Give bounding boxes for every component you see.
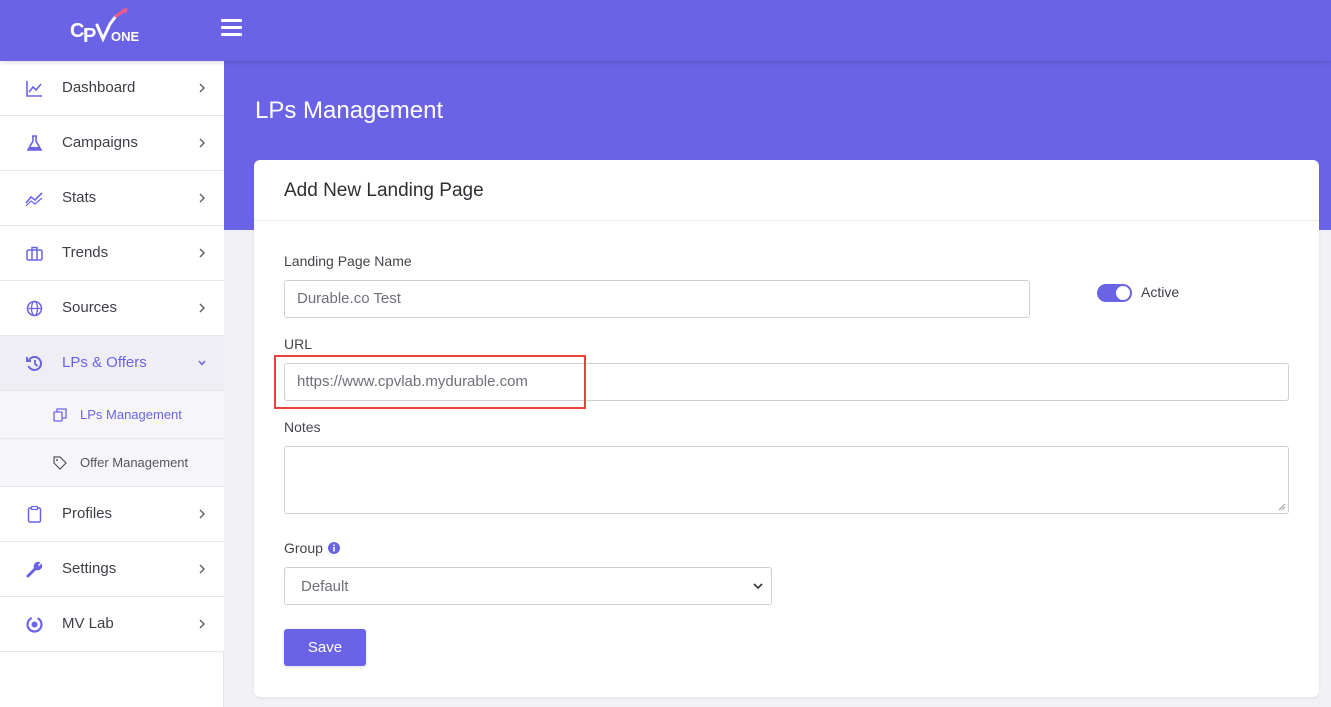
sidebar-item-lps-offers[interactable]: LPs & Offers — [0, 336, 224, 391]
clipboard-icon — [27, 505, 42, 523]
sidebar-item-label: Sources — [62, 299, 118, 316]
sidebar-item-sources[interactable]: Sources — [0, 281, 224, 336]
sidebar-item-label: Trends — [62, 244, 109, 261]
cpv-one-logo-icon: C P ONE — [70, 8, 140, 47]
chevron-right-icon — [199, 138, 206, 148]
svg-text:ONE: ONE — [111, 29, 140, 44]
chevron-right-icon — [199, 248, 206, 258]
sidebar-item-settings[interactable]: Settings — [0, 542, 224, 597]
url-input[interactable]: https://www.cpvlab.mydurable.com — [284, 363, 1289, 401]
sidebar-item-trends[interactable]: Trends — [0, 226, 224, 281]
chevron-down-icon — [753, 583, 763, 590]
group-select[interactable]: Default — [284, 567, 772, 605]
sidebar-item-label: Campaigns — [62, 134, 138, 151]
tag-icon — [53, 456, 67, 470]
sidebar-item-dashboard[interactable]: Dashboard — [0, 61, 224, 116]
landing-page-name-label: Landing Page Name — [284, 253, 412, 269]
add-landing-page-card: Add New Landing Page — [254, 160, 1319, 697]
sidebar-item-label: LPs & Offers — [62, 354, 147, 371]
save-button[interactable]: Save — [284, 629, 366, 666]
history-icon — [26, 355, 42, 371]
active-toggle[interactable] — [1097, 284, 1132, 302]
chevron-right-icon — [199, 303, 206, 313]
page-title: LPs Management — [255, 97, 444, 124]
sidebar-item-profiles[interactable]: Profiles — [0, 487, 224, 542]
sidebar-item-stats[interactable]: Stats — [0, 171, 224, 226]
sidebar-item-label: Settings — [62, 560, 117, 577]
toggle-knob — [1116, 286, 1130, 300]
sidebar-subitem-label: LPs Management — [80, 407, 182, 422]
top-bar: C P ONE — [0, 0, 1331, 61]
briefcase-icon — [26, 246, 43, 261]
landing-page-name-input[interactable]: Durable.co Test — [284, 280, 1030, 318]
sidebar-item-label: MV Lab — [62, 615, 114, 632]
copy-icon — [53, 408, 67, 422]
mvlab-icon — [26, 616, 43, 633]
sidebar-item-label: Profiles — [62, 505, 113, 522]
chart-line-icon — [26, 81, 42, 97]
chevron-down-icon — [198, 360, 206, 366]
chevron-right-icon — [199, 193, 206, 203]
notes-textarea[interactable] — [284, 446, 1289, 514]
resize-handle-icon[interactable] — [1278, 503, 1286, 511]
globe-icon — [26, 300, 43, 317]
svg-text:P: P — [83, 25, 96, 47]
stats-icon — [25, 192, 43, 207]
group-select-value: Default — [301, 578, 349, 595]
flask-icon — [26, 135, 43, 151]
logo[interactable]: C P ONE — [70, 8, 150, 48]
card-title: Add New Landing Page — [284, 180, 484, 201]
url-label: URL — [284, 336, 313, 352]
chevron-right-icon — [199, 619, 206, 629]
sidebar-subitem-lps-management[interactable]: LPs Management — [0, 391, 224, 439]
card-header: Add New Landing Page — [254, 160, 1319, 221]
sidebar-subitem-label: Offer Management — [80, 455, 189, 470]
sidebar-item-label: Dashboard — [62, 79, 136, 96]
sidebar-item-mv-lab[interactable]: MV Lab — [0, 597, 224, 652]
sidebar-item-label: Stats — [62, 189, 97, 206]
info-icon[interactable] — [328, 542, 340, 554]
notes-label: Notes — [284, 419, 321, 435]
wrench-icon — [26, 561, 43, 578]
group-label: Group — [284, 540, 323, 556]
active-label: Active — [1141, 284, 1180, 300]
sidebar-subitem-offer-management[interactable]: Offer Management — [0, 439, 224, 487]
sidebar-item-campaigns[interactable]: Campaigns — [0, 116, 224, 171]
chevron-right-icon — [199, 564, 206, 574]
chevron-right-icon — [199, 83, 206, 93]
menu-toggle-icon[interactable] — [221, 19, 242, 36]
chevron-right-icon — [199, 509, 206, 519]
sidebar: Dashboard Campaigns Stats Trends Sources… — [0, 61, 224, 707]
